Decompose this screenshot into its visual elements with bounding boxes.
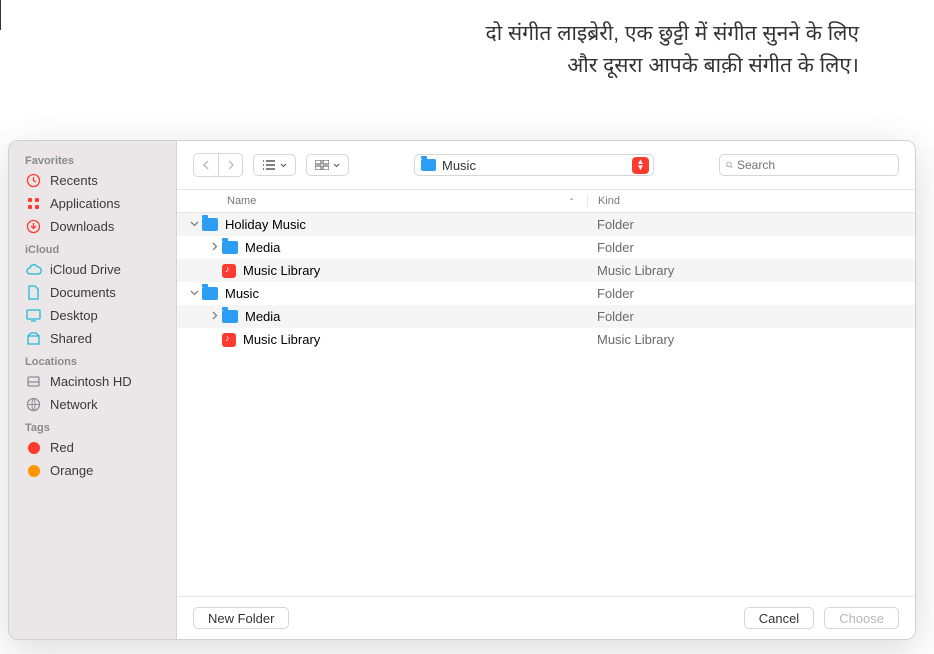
file-name: Media: [245, 309, 280, 324]
table-row[interactable]: Music Folder: [177, 282, 915, 305]
sidebar-item-label: Applications: [50, 196, 120, 211]
sidebar-item-label: Red: [50, 440, 74, 455]
file-name: Music: [225, 286, 259, 301]
sidebar-item-label: Shared: [50, 331, 92, 346]
file-name: Music Library: [243, 332, 320, 347]
forward-button[interactable]: [218, 154, 242, 176]
folder-icon: [421, 159, 436, 171]
callout-line: [0, 0, 1, 30]
file-kind: Folder: [587, 286, 915, 301]
choose-button[interactable]: Choose: [824, 607, 899, 629]
folder-icon: [222, 310, 238, 323]
chevron-down-icon: [280, 163, 287, 168]
file-kind: Folder: [587, 217, 915, 232]
path-label: Music: [442, 158, 626, 173]
doc-icon: [25, 284, 42, 301]
sidebar-item-label: Orange: [50, 463, 93, 478]
footer: New Folder Cancel Choose: [177, 596, 915, 639]
sidebar-item-label: Macintosh HD: [50, 374, 132, 389]
column-name-label: Name: [227, 195, 256, 207]
search-icon: [726, 159, 733, 171]
cancel-button[interactable]: Cancel: [744, 607, 814, 629]
download-icon: [25, 218, 42, 235]
file-kind: Music Library: [587, 332, 915, 347]
sidebar-item-label: Network: [50, 397, 98, 412]
search-box[interactable]: [719, 154, 899, 176]
sort-caret-icon: ⌃: [568, 197, 575, 206]
toolbar: Music ▲▼: [177, 141, 915, 190]
list-header: Name ⌃ Kind: [177, 190, 915, 213]
globe-icon: [25, 396, 42, 413]
folder-icon: [202, 287, 218, 300]
file-kind: Music Library: [587, 263, 915, 278]
sidebar-item-shared[interactable]: Shared: [9, 327, 176, 350]
sidebar-item-desktop[interactable]: Desktop: [9, 304, 176, 327]
sidebar-section-title: Locations: [9, 350, 176, 370]
sidebar-item-label: Downloads: [50, 219, 114, 234]
column-name[interactable]: Name ⌃: [177, 195, 587, 207]
disclosure-triangle[interactable]: [189, 288, 199, 299]
path-dropdown[interactable]: Music ▲▼: [414, 154, 654, 176]
grid-icon: [25, 195, 42, 212]
clock-icon: [25, 172, 42, 189]
disclosure-triangle[interactable]: [189, 219, 199, 230]
view-list-button[interactable]: [253, 154, 296, 176]
table-row[interactable]: Music Library Music Library: [177, 259, 915, 282]
file-name: Music Library: [243, 263, 320, 278]
sidebar-item-documents[interactable]: Documents: [9, 281, 176, 304]
disk-icon: [25, 373, 42, 390]
updown-icon: ▲▼: [632, 157, 649, 174]
sidebar: Favorites Recents Applications Downloads iCl…: [9, 141, 177, 639]
sidebar-item-macintosh-hd[interactable]: Macintosh HD: [9, 370, 176, 393]
table-row[interactable]: Media Folder: [177, 236, 915, 259]
tag-dot: [25, 439, 42, 456]
table-row[interactable]: Holiday Music Folder: [177, 213, 915, 236]
cloud-icon: [25, 261, 42, 278]
file-kind: Folder: [587, 240, 915, 255]
sidebar-item-orange[interactable]: Orange: [9, 459, 176, 482]
chevron-down-icon: [333, 163, 340, 168]
music-library-icon: [222, 333, 236, 347]
desktop-icon: [25, 307, 42, 324]
sidebar-item-network[interactable]: Network: [9, 393, 176, 416]
file-name: Holiday Music: [225, 217, 306, 232]
sidebar-item-label: Desktop: [50, 308, 98, 323]
file-list: Holiday Music Folder Media Folder Music Libr…: [177, 213, 915, 596]
annotation-text: दो संगीत लाइब्रेरी, एक छुट्टी में संगीत …: [459, 18, 859, 81]
folder-icon: [202, 218, 218, 231]
music-library-icon: [222, 264, 236, 278]
sidebar-section-title: Tags: [9, 416, 176, 436]
column-kind[interactable]: Kind: [587, 195, 915, 207]
search-input[interactable]: [737, 158, 892, 172]
sidebar-item-label: Recents: [50, 173, 98, 188]
sidebar-item-red[interactable]: Red: [9, 436, 176, 459]
sidebar-item-recents[interactable]: Recents: [9, 169, 176, 192]
new-folder-button[interactable]: New Folder: [193, 607, 289, 629]
file-name: Media: [245, 240, 280, 255]
disclosure-triangle[interactable]: [209, 311, 219, 322]
group-button[interactable]: [306, 154, 349, 176]
file-kind: Folder: [587, 309, 915, 324]
table-row[interactable]: Media Folder: [177, 305, 915, 328]
sidebar-item-icloud-drive[interactable]: iCloud Drive: [9, 258, 176, 281]
sidebar-item-label: iCloud Drive: [50, 262, 121, 277]
sidebar-item-applications[interactable]: Applications: [9, 192, 176, 215]
folder-icon: [222, 241, 238, 254]
file-picker-window: Favorites Recents Applications Downloads iCl…: [8, 140, 916, 640]
shared-icon: [25, 330, 42, 347]
back-button[interactable]: [194, 154, 218, 176]
sidebar-item-downloads[interactable]: Downloads: [9, 215, 176, 238]
disclosure-triangle[interactable]: [209, 242, 219, 253]
sidebar-section-title: Favorites: [9, 149, 176, 169]
table-row[interactable]: Music Library Music Library: [177, 328, 915, 351]
sidebar-section-title: iCloud: [9, 238, 176, 258]
sidebar-item-label: Documents: [50, 285, 116, 300]
tag-dot: [25, 462, 42, 479]
nav-buttons: [193, 153, 243, 177]
main-pane: Music ▲▼ Name ⌃ Kind Holiday Music Folder…: [177, 141, 915, 639]
